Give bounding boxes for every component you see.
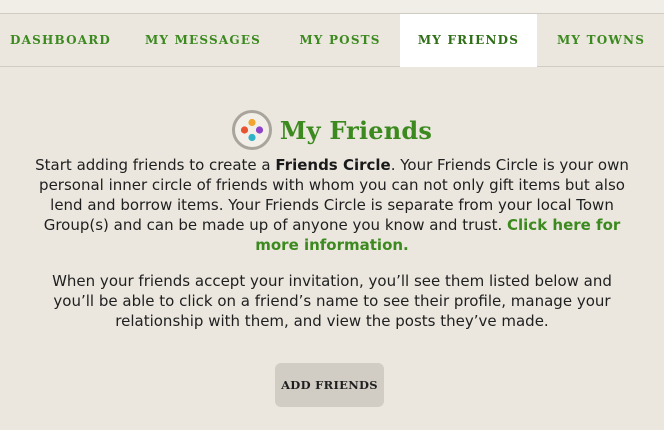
tab-my-posts[interactable]: MY POSTS bbox=[284, 14, 396, 66]
tab-my-friends[interactable]: MY FRIENDS bbox=[400, 14, 537, 67]
intro-paragraph: Start adding friends to create a Friends… bbox=[34, 155, 630, 255]
invitation-paragraph: When your friends accept your invitation… bbox=[52, 272, 612, 330]
title-row: My Friends bbox=[0, 110, 664, 152]
tab-dashboard[interactable]: DASHBOARD bbox=[0, 14, 121, 66]
friends-circle-term: Friends Circle bbox=[275, 156, 391, 174]
top-strip bbox=[0, 0, 664, 14]
tab-my-towns[interactable]: MY TOWNS bbox=[541, 14, 661, 66]
add-friends-button[interactable]: ADD FRIENDS bbox=[275, 363, 384, 407]
page-title: My Friends bbox=[279, 115, 433, 145]
main-content: My Friends Start adding friends to creat… bbox=[0, 67, 664, 430]
page: DASHBOARD MY MESSAGES MY POSTS MY FRIEND… bbox=[0, 0, 664, 430]
intro-text-start: Start adding friends to create a bbox=[35, 156, 276, 174]
friends-circle-icon bbox=[231, 110, 272, 150]
tab-my-messages[interactable]: MY MESSAGES bbox=[130, 14, 276, 66]
tab-bar: DASHBOARD MY MESSAGES MY POSTS MY FRIEND… bbox=[0, 14, 664, 67]
